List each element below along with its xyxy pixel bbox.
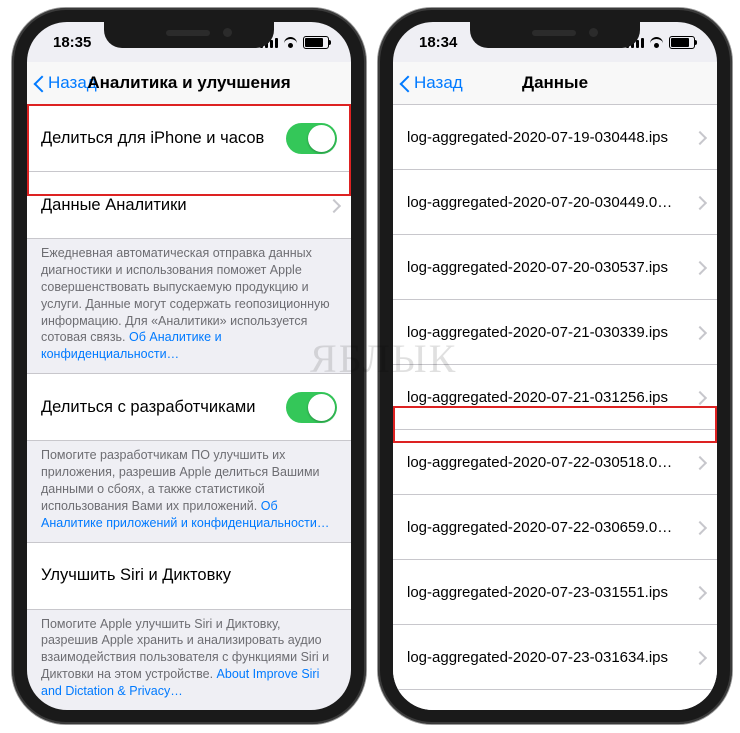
chevron-right-icon [695, 326, 703, 339]
file-row[interactable]: log-aggregated-2020-07-20-030537.ips [393, 234, 717, 299]
row-label: Данные Аналитики [41, 196, 187, 215]
chevron-right-icon [695, 521, 703, 534]
chevron-right-icon [695, 651, 703, 664]
status-time: 18:34 [419, 34, 457, 51]
file-row[interactable]: log-aggregated-2020-07-22-030518.000.ips [393, 429, 717, 494]
footer-developers: Помогите разработчикам ПО улучшить их пр… [27, 441, 351, 541]
chevron-right-icon [695, 586, 703, 599]
back-label: Назад [48, 73, 97, 93]
file-row[interactable]: log-aggregated-2020-07-21-031256.ips [393, 364, 717, 429]
file-name: log-aggregated-2020-07-21-031256.ips [407, 389, 668, 406]
back-label: Назад [414, 73, 463, 93]
switch-share-developers[interactable] [286, 392, 337, 423]
row-label: Улучшить Siri и Диктовку [41, 566, 231, 585]
file-row[interactable]: log-aggregated-2020-07-23-031634.ips [393, 624, 717, 689]
file-name: log-aggregated-2020-07-23-031634.ips [407, 649, 668, 666]
chevron-right-icon [695, 196, 703, 209]
file-row[interactable]: log-aggregated-2020-07-19-030448.ips [393, 105, 717, 169]
file-name: log-aggregated-2020-07-20-030449.000.ips [407, 194, 677, 211]
nav-bar: Назад Данные [393, 62, 717, 105]
row-label: Делиться для iPhone и часов [41, 129, 264, 148]
back-button[interactable]: Назад [393, 73, 463, 93]
file-row[interactable]: log-aggregated-2020-07-20-030449.000.ips [393, 169, 717, 234]
switch-share-iphone-watch[interactable] [286, 123, 337, 154]
chevron-right-icon [695, 261, 703, 274]
file-name: log-aggregated-2020-07-22-030518.000.ips [407, 454, 677, 471]
file-name: log-aggregated-2020-07-21-030339.ips [407, 324, 668, 341]
row-share-iphone-watch[interactable]: Делиться для iPhone и часов [27, 105, 351, 171]
chevron-right-icon [695, 456, 703, 469]
chevron-left-icon [33, 73, 45, 93]
row-label: Делиться с разработчиками [41, 398, 255, 417]
file-name: log-aggregated-2020-07-20-030537.ips [407, 259, 668, 276]
row-share-developers[interactable]: Делиться с разработчиками [27, 374, 351, 440]
phone-left: 18:35 Назад Аналитика и улучшения [12, 8, 366, 724]
phone-right: 18:34 Назад Данные log-aggregated-2020-0… [378, 8, 732, 724]
status-time: 18:35 [53, 34, 91, 51]
footer-analytics: Ежедневная автоматическая отправка данны… [27, 239, 351, 373]
notch [470, 22, 640, 48]
file-row[interactable]: log-aggregated-2020-07-23-031551.ips [393, 559, 717, 624]
file-name: log-aggregated-2020-07-23-031551.ips [407, 584, 668, 601]
chevron-right-icon [329, 199, 337, 212]
notch [104, 22, 274, 48]
wifi-icon [283, 37, 298, 48]
wifi-icon [649, 37, 664, 48]
row-improve-siri[interactable]: Улучшить Siri и Диктовку [27, 543, 351, 609]
file-name: log-aggregated-2020-07-19-030448.ips [407, 129, 668, 146]
footer-siri: Помогите Apple улучшить Siri и Диктовку,… [27, 610, 351, 710]
file-row[interactable]: log-aggregated-2020-07-22-030659.000.ips [393, 494, 717, 559]
file-name: log-aggregated-2020-07-22-030659.000.ips [407, 519, 677, 536]
nav-bar: Назад Аналитика и улучшения [27, 62, 351, 105]
chevron-left-icon [399, 73, 411, 93]
back-button[interactable]: Назад [27, 73, 97, 93]
battery-icon [303, 36, 329, 49]
file-row[interactable]: log-aggregated-2020-07-21-030339.ips [393, 299, 717, 364]
chevron-right-icon [695, 131, 703, 144]
battery-icon [669, 36, 695, 49]
chevron-right-icon [695, 391, 703, 404]
row-analytics-data[interactable]: Данные Аналитики [27, 171, 351, 238]
file-row[interactable]: log-aggregated-2020-07-24-030018.ips [393, 689, 717, 710]
